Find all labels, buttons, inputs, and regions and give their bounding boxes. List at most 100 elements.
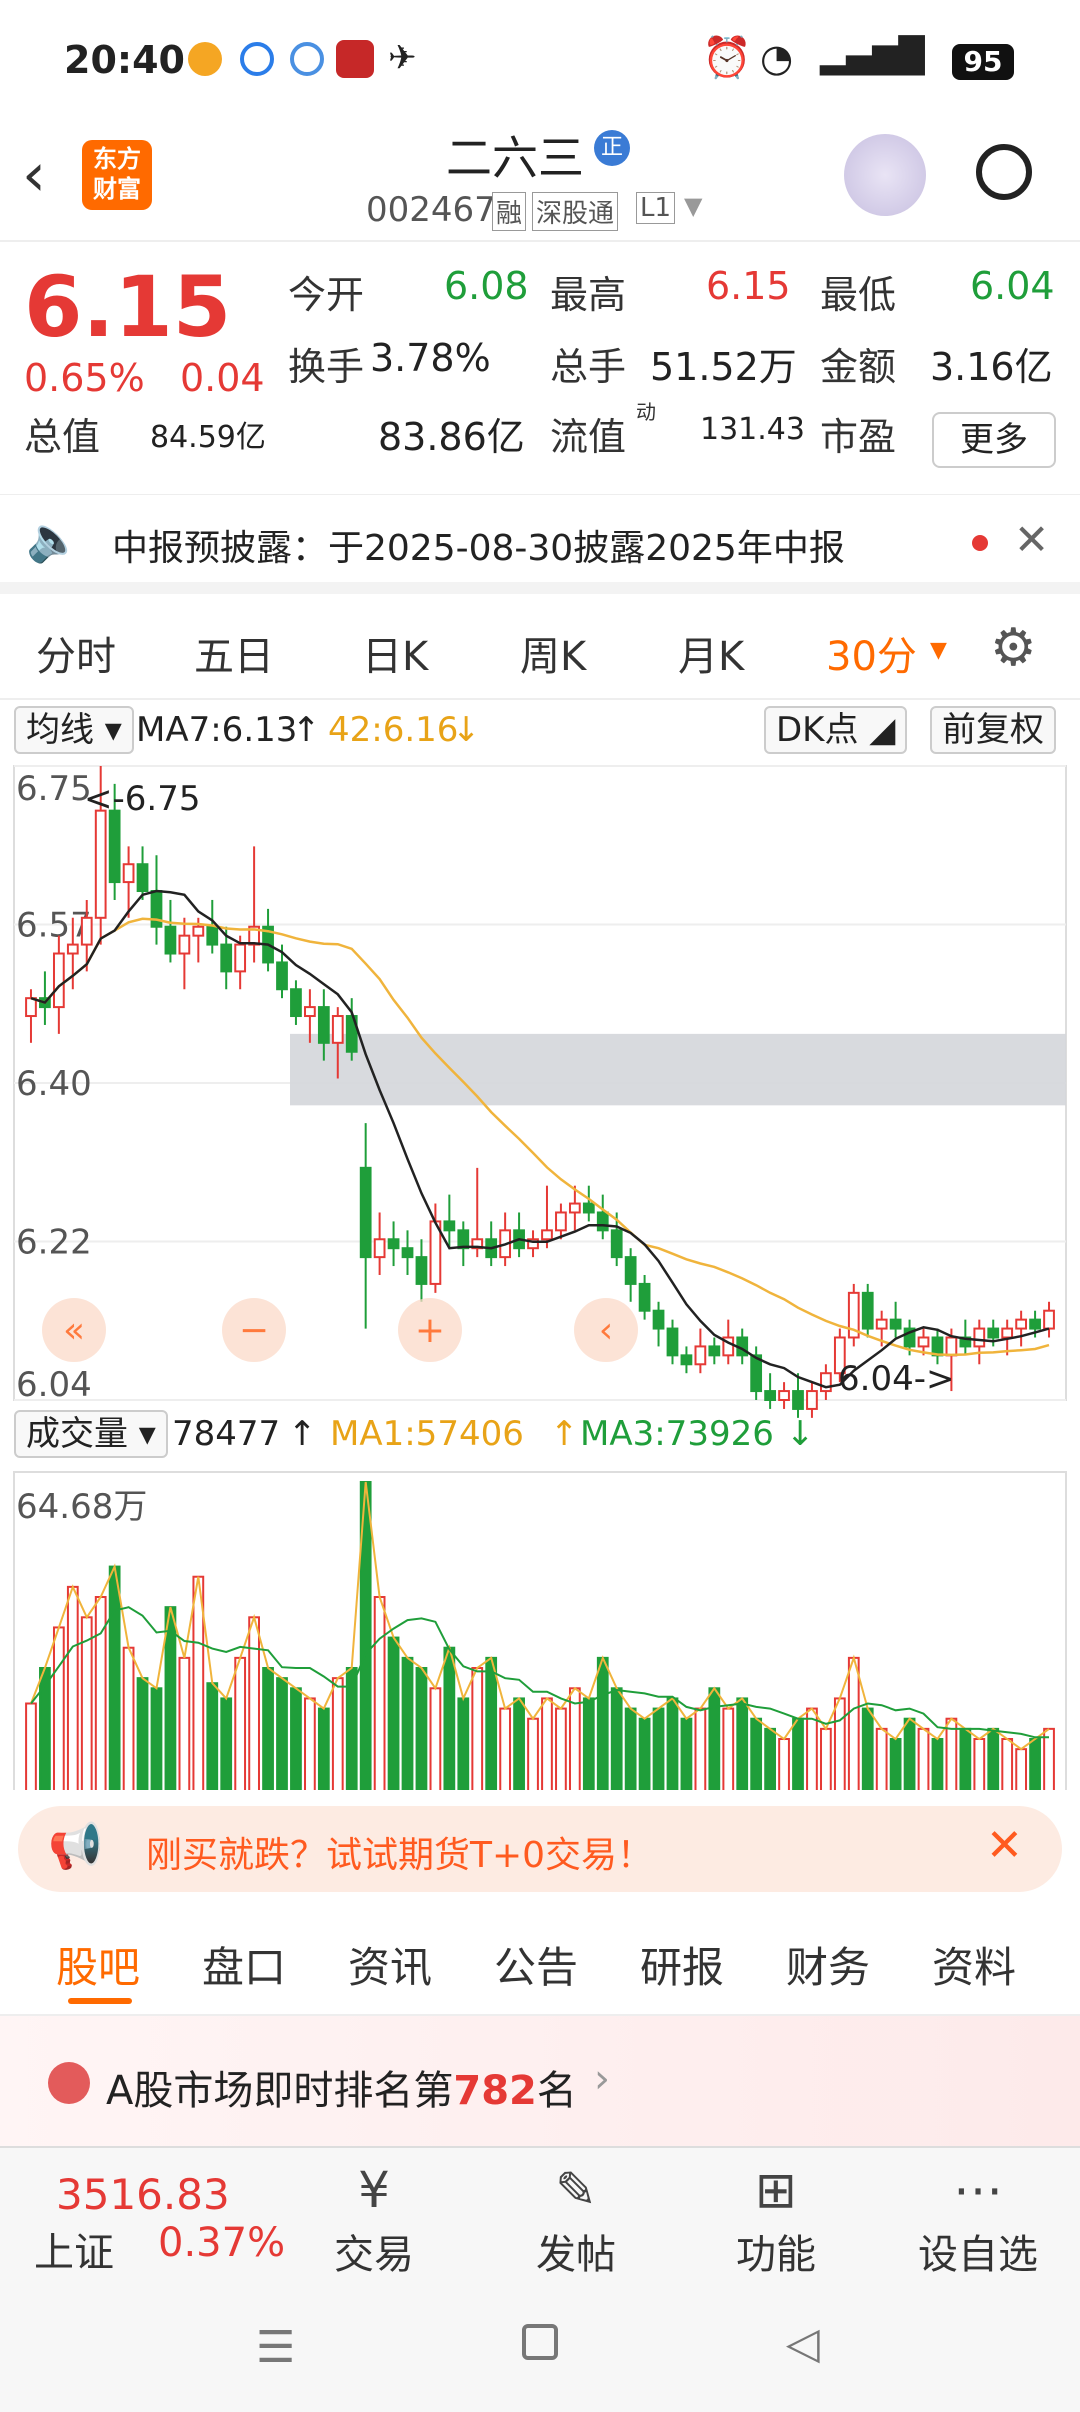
tab-intraday[interactable]: 分时 [36, 624, 116, 682]
index-name[interactable]: 上证 [34, 2220, 114, 2278]
back-icon[interactable]: ‹ [22, 140, 46, 210]
volume-bar [331, 1677, 344, 1790]
volume-bar [248, 1616, 260, 1790]
quote-field-value: 131.43 [700, 412, 805, 447]
tag-margin: 融 [492, 192, 527, 231]
volume-bar [1015, 1748, 1028, 1790]
ma42-label: 42:6.16 [328, 710, 459, 750]
tab-pankou[interactable]: 盘口 [202, 1934, 286, 1995]
notice-text: 中报预披露：于2025-08-30披露2025年中报 [112, 528, 845, 569]
index-value[interactable]: 3516.83 [56, 2170, 230, 2219]
candle-body [443, 1220, 456, 1232]
volume-bar [317, 1707, 330, 1790]
candle-body [1015, 1318, 1028, 1330]
zoom-in-icon: + [415, 1310, 445, 1351]
rank-card[interactable]: A股市场即时排名第782名 › [0, 2016, 1080, 2146]
tab-daily-k[interactable]: 日K [362, 624, 428, 682]
volume-bar [513, 1697, 525, 1790]
ma7-label: MA7:6.13 [136, 710, 298, 750]
tab-30min[interactable]: 30分 [826, 624, 917, 682]
robot-avatar-icon[interactable] [844, 134, 926, 216]
index-pct[interactable]: 0.37% [158, 2220, 285, 2266]
candle-body [290, 988, 302, 1018]
tab-weekly-k[interactable]: 周K [520, 624, 586, 682]
candle-body [415, 1256, 428, 1285]
volume-bar [415, 1667, 428, 1790]
tab-news[interactable]: 资讯 [348, 1934, 432, 1995]
tab-announce[interactable]: 公告 [494, 1934, 578, 1995]
notice-bar[interactable]: 🔈 中报预披露：于2025-08-30披露2025年中报 ✕ [0, 494, 1080, 594]
quote-field-label: 最高 [550, 273, 627, 317]
close-icon[interactable]: ✕ [986, 1820, 1023, 1871]
candle-body [331, 1015, 344, 1044]
quote-field-value: 84.59亿 [150, 420, 266, 455]
close-icon[interactable]: ✕ [1014, 515, 1049, 564]
settings-gear-icon[interactable]: ⚙ [990, 618, 1037, 678]
current-price: 6.15 [24, 258, 232, 356]
volume-bar [150, 1687, 163, 1790]
tab-monthly-k[interactable]: 月K [678, 624, 744, 682]
low-price-marker: 6.04-> [838, 1359, 954, 1399]
app-icon [240, 42, 274, 76]
candle-body [638, 1282, 651, 1312]
back-nav-icon[interactable]: ◁ [786, 2318, 820, 2369]
up-arrow-icon: ↑ [292, 710, 321, 750]
grid-icon: ⊞ [755, 2161, 797, 2219]
function-button[interactable]: ⊞ 功能 [696, 2158, 856, 2280]
volume-bar [750, 1717, 763, 1790]
home-icon[interactable] [522, 2324, 558, 2360]
tab-research[interactable]: 研报 [640, 1934, 724, 1995]
candle-body [359, 1166, 372, 1259]
change-pct: 0.65% [24, 356, 145, 400]
stock-header: ‹ 东方 财富 二六三 正 002467 融 深股通 L1 ▼ [0, 110, 1080, 242]
search-icon[interactable] [976, 144, 1032, 200]
menu-icon[interactable]: ☰ [256, 2322, 295, 2373]
y-tick-label: 6.40 [16, 1064, 92, 1104]
tab-five-day[interactable]: 五日 [194, 624, 274, 682]
quote-field-value: 51.52万 [650, 345, 797, 389]
volume-bar [820, 1727, 832, 1790]
app2-icon [290, 42, 324, 76]
tab-finance[interactable]: 财务 [786, 1934, 870, 1995]
volume-bar [736, 1697, 749, 1790]
volume-bar [52, 1626, 65, 1790]
futures-banner[interactable]: 📢 刚买就跌？试试期货T+0交易！ ✕ [18, 1806, 1062, 1892]
ma-selector[interactable]: 均线 ▾ [14, 706, 134, 754]
tab-guba[interactable]: 股吧 [56, 1934, 140, 1995]
dk-point-button[interactable]: DK点 ◢ [764, 706, 908, 754]
signal-icon: ▂▄▆█ [820, 36, 925, 76]
resistance-zone [290, 1033, 1066, 1106]
candle-body [680, 1354, 693, 1366]
volume-bar [262, 1667, 274, 1790]
post-button[interactable]: ✎ 发帖 [496, 2158, 656, 2280]
battery-icon: 95 [952, 44, 1014, 80]
status-bar: 20:40 ✈ ⏰ ◔ ▂▄▆█ 95 [0, 0, 1080, 110]
period-tabs: 分时 五日 日K 周K 月K 30分 ▼ ⚙ [0, 600, 1080, 700]
ma-selector-label: 均线 [26, 710, 94, 750]
candle-body [234, 943, 247, 973]
trade-button[interactable]: ¥ 交易 [294, 2158, 454, 2280]
candle-body [624, 1256, 637, 1285]
candle-body [108, 809, 121, 884]
volume-selector[interactable]: 成交量 ▾ [14, 1410, 168, 1458]
candle-body [652, 1309, 665, 1330]
more-button[interactable]: 更多 [932, 412, 1056, 468]
add-watchlist-button[interactable]: ⋯ 设自选 [898, 2158, 1058, 2280]
dropdown-icon[interactable]: ▼ [684, 192, 702, 220]
up-arrow-icon: ↑ [550, 1414, 579, 1454]
volume-max-label: 64.68万 [16, 1487, 147, 1527]
quote-field-value: 6.04 [970, 264, 1055, 308]
quote-field-value: 83.86亿 [378, 415, 525, 459]
volume-bar [582, 1697, 595, 1790]
volume-bar [373, 1596, 386, 1790]
system-nav-bar: ☰ ◁ [0, 2282, 1080, 2412]
alarm-icon: ⏰ [702, 35, 752, 81]
candle-body [80, 916, 93, 946]
adjust-button[interactable]: 前复权 [930, 706, 1056, 754]
kline-svg[interactable]: 6.75 6.57 6.40 6.22 6.04 <-6.75 6.04-> « − + ‹ 64.6… [0, 760, 1080, 1790]
rank-suffix: 名 [536, 2068, 577, 2114]
quote-field-label: 总值 [24, 415, 101, 459]
tab-profile[interactable]: 资料 [932, 1934, 1016, 1995]
candle-body [164, 925, 177, 955]
eastmoney-logo[interactable]: 东方 财富 [82, 140, 152, 210]
